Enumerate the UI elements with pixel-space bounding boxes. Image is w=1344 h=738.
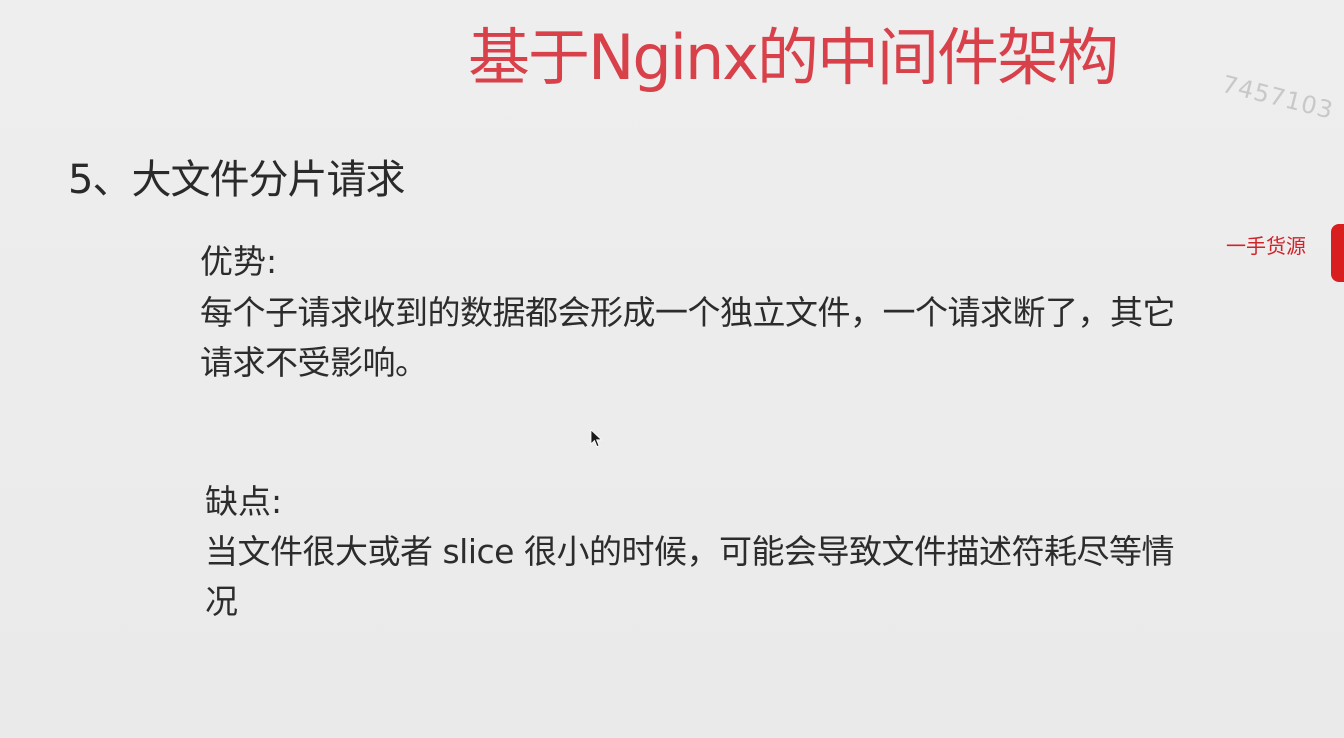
section-heading: 5、大文件分片请求 [68, 157, 405, 203]
disadvantages-label: 缺点: [205, 482, 283, 521]
slide: 基于Nginx的中间件架构 7457103 一手货源 5、大文件分片请求 优势:… [0, 0, 1344, 738]
watermark-number: 7457103 [1219, 70, 1337, 125]
disadvantages-text-line-2: 况 [205, 582, 238, 621]
watermark-badge [1331, 224, 1344, 282]
disadvantages-text-line-1: 当文件很大或者 slice 很小的时候，可能会导致文件描述符耗尽等情 [205, 532, 1174, 571]
watermark-text: 一手货源 [1226, 234, 1306, 258]
slide-title: 基于Nginx的中间件架构 [468, 21, 1119, 94]
mouse-pointer-icon [590, 429, 603, 448]
advantages-label: 优势: [200, 242, 278, 281]
advantages-text-line-1: 每个子请求收到的数据都会形成一个独立文件，一个请求断了，其它 [200, 293, 1176, 332]
advantages-text-line-2: 请求不受影响。 [200, 343, 428, 382]
